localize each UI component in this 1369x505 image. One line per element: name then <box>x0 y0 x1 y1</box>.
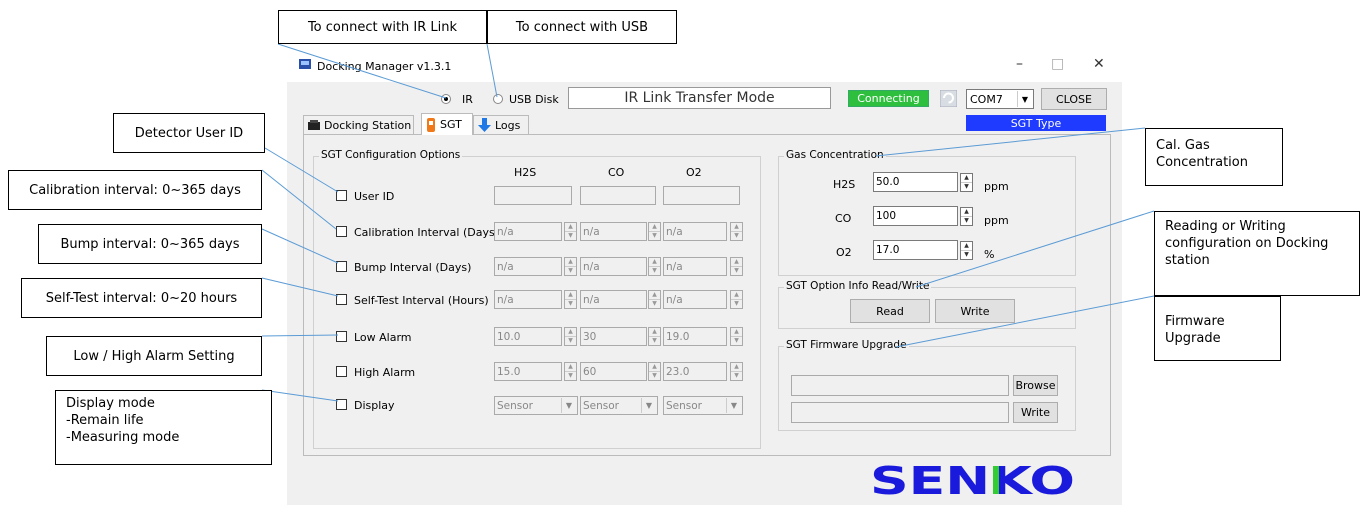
callout-bump: Bump interval: 0~365 days <box>38 224 262 264</box>
callout-calibration: Calibration interval: 0~365 days <box>8 170 262 210</box>
callout-alarm: Low / High Alarm Setting <box>46 336 262 376</box>
tab-sgt-label: SGT <box>440 118 462 131</box>
callout-firmware: Firmware Upgrade <box>1154 296 1281 361</box>
callout-ir-link: To connect with IR Link <box>278 10 487 44</box>
callout-cal-gas: Cal. Gas Concentration <box>1145 128 1283 186</box>
tab-sgt[interactable]: SGT <box>421 113 473 135</box>
callout-display: Display mode -Remain life -Measuring mod… <box>55 390 272 465</box>
callout-read-write: Reading or Writing configuration on Dock… <box>1154 211 1360 296</box>
sgt-detector-icon <box>427 117 435 132</box>
callout-user-id: Detector User ID <box>113 113 265 153</box>
callout-usb: To connect with USB <box>487 10 677 44</box>
callout-self-test: Self-Test interval: 0~20 hours <box>21 278 262 318</box>
